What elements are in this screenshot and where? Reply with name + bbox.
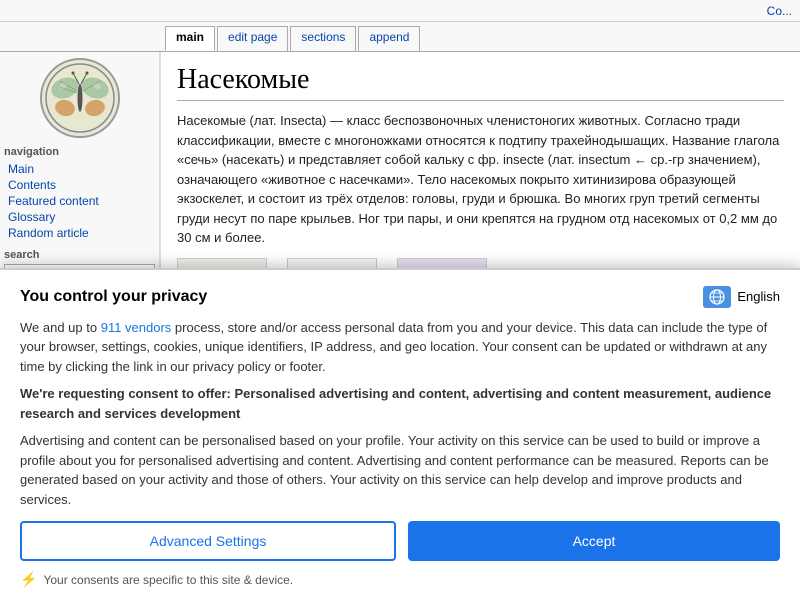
- privacy-buttons: Advanced Settings Accept: [20, 521, 780, 561]
- privacy-footer: ⚡ Your consents are specific to this sit…: [20, 571, 780, 588]
- privacy-title: You control your privacy: [20, 288, 207, 306]
- nav-featured-content[interactable]: Featured content: [4, 193, 155, 209]
- axiom-icon: ⚡: [20, 571, 37, 588]
- tab-main[interactable]: main: [165, 26, 215, 51]
- site-logo: [40, 58, 120, 138]
- privacy-body: We and up to 911 vendors process, store …: [20, 318, 780, 510]
- advanced-settings-button[interactable]: Advanced Settings: [20, 521, 396, 561]
- privacy-para2: We're requesting consent to offer: Perso…: [20, 384, 780, 423]
- language-selector[interactable]: English: [703, 286, 780, 308]
- language-label: English: [737, 289, 780, 304]
- privacy-para3: Advertising and content can be personali…: [20, 431, 780, 509]
- privacy-footer-text: Your consents are specific to this site …: [43, 573, 293, 587]
- top-link[interactable]: Co...: [767, 4, 792, 18]
- nav-glossary[interactable]: Glossary: [4, 209, 155, 225]
- privacy-header: You control your privacy English: [20, 286, 780, 308]
- nav-random-article[interactable]: Random article: [4, 225, 155, 241]
- privacy-overlay: You control your privacy English We and …: [0, 268, 800, 600]
- globe-icon: [703, 286, 731, 308]
- logo-svg: [45, 63, 115, 133]
- privacy-para1: We and up to 911 vendors process, store …: [20, 318, 780, 377]
- nav-main[interactable]: Main: [4, 161, 155, 177]
- privacy-para2-title: We're requesting consent to offer: Perso…: [20, 386, 771, 421]
- navigation-section-title: navigation: [4, 146, 155, 158]
- article-title: Насекомые: [177, 64, 784, 101]
- accept-button[interactable]: Accept: [408, 521, 780, 561]
- vendors-link[interactable]: 911 vendors: [101, 320, 172, 335]
- top-bar: Co...: [0, 0, 800, 22]
- article-body: Насекомые (лат. Insecta) — класс беспозв…: [177, 111, 784, 248]
- tab-edit-page[interactable]: edit page: [217, 26, 288, 51]
- nav-contents[interactable]: Contents: [4, 177, 155, 193]
- search-section-title: search: [4, 249, 155, 261]
- tab-sections[interactable]: sections: [290, 26, 356, 51]
- tab-bar: main edit page sections append: [0, 22, 800, 52]
- tab-append[interactable]: append: [358, 26, 420, 51]
- logo-area: [4, 58, 155, 138]
